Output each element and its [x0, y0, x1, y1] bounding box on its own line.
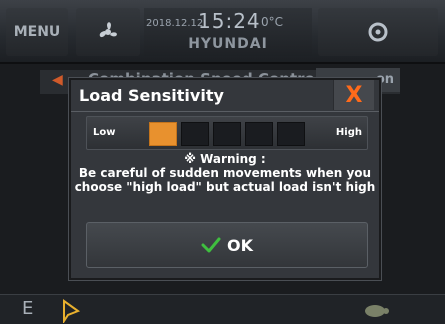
date-label: 2018.12.12: [146, 18, 204, 29]
slider-segment-3[interactable]: [213, 122, 241, 146]
clock-label: 15:24: [198, 9, 261, 33]
fan-button[interactable]: [76, 8, 140, 56]
screen: MENU 2018.12.12 15:24 0°C HYUNDAI ◀ Comb…: [0, 0, 445, 324]
menu-button[interactable]: MENU: [6, 8, 68, 56]
disc-icon: [368, 22, 388, 42]
slider-high-label: High: [335, 127, 362, 138]
slider-low-label: Low: [93, 127, 116, 138]
sensitivity-slider[interactable]: Low High: [86, 116, 368, 150]
warning-line-1: Be careful of sudden movements when you: [78, 166, 372, 180]
camera-button[interactable]: [318, 8, 438, 56]
load-sensitivity-dialog: Load Sensitivity X Low High ※ Warning : …: [69, 78, 381, 280]
dialog-divider: [71, 111, 379, 112]
warning-line-2: choose "high load" but actual load isn't…: [74, 180, 376, 194]
check-icon: [201, 237, 221, 253]
back-arrow-icon[interactable]: ◀: [52, 72, 63, 88]
dialog-title: Load Sensitivity: [79, 86, 224, 105]
work-mode-icon: [63, 299, 81, 323]
close-icon: X: [345, 82, 363, 108]
brand-label: HYUNDAI: [188, 36, 268, 52]
top-bar: MENU 2018.12.12 15:24 0°C HYUNDAI: [0, 0, 445, 64]
ok-button[interactable]: OK: [86, 222, 368, 268]
slider-segment-2[interactable]: [181, 122, 209, 146]
slider-segment-1[interactable]: [149, 122, 177, 146]
warning-message: ※ Warning : Be careful of sudden movemen…: [71, 152, 379, 194]
bottom-bar: E: [0, 294, 445, 324]
fan-icon: [99, 22, 117, 38]
temperature-label: 0°C: [261, 15, 284, 29]
status-panel: 2018.12.12 15:24 0°C HYUNDAI: [144, 8, 312, 56]
slider-segment-5[interactable]: [277, 122, 305, 146]
warning-heading: ※ Warning :: [184, 152, 266, 166]
ok-label: OK: [227, 235, 253, 255]
slider-segment-4[interactable]: [245, 122, 273, 146]
close-button[interactable]: X: [333, 80, 374, 110]
mode-letter: E: [22, 298, 34, 319]
turtle-icon: [365, 305, 389, 317]
